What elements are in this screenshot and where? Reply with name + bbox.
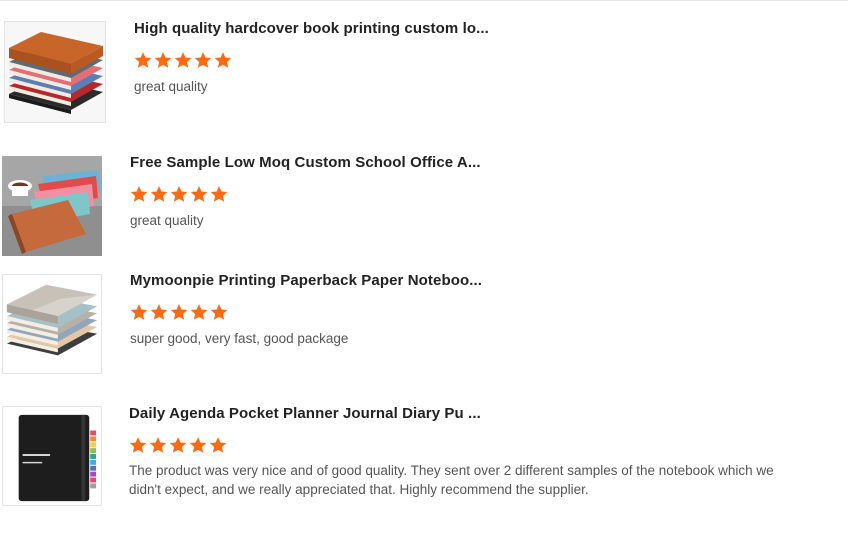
star-icon: [190, 186, 208, 202]
star-icon: [150, 186, 168, 202]
review-comment: super good, very fast, good package: [130, 331, 349, 346]
product-thumbnail[interactable]: [4, 21, 106, 123]
star-icon: [169, 437, 187, 453]
review-comment: great quality: [130, 213, 204, 228]
product-thumbnail[interactable]: [2, 274, 102, 374]
product-title[interactable]: Daily Agenda Pocket Planner Journal Diar…: [129, 405, 481, 422]
star-icon: [150, 304, 168, 320]
product-title[interactable]: High quality hardcover book printing cus…: [134, 20, 489, 37]
star-rating: [129, 436, 227, 456]
star-icon: [170, 186, 188, 202]
star-icon: [174, 52, 192, 68]
star-icon: [170, 304, 188, 320]
star-rating: [134, 51, 232, 71]
star-rating: [130, 303, 228, 323]
black-planner-with-tabs-image: [3, 407, 101, 505]
star-icon: [129, 437, 147, 453]
review-comment: great quality: [134, 79, 208, 94]
star-icon: [210, 186, 228, 202]
review-comment: The product was very nice and of good qu…: [129, 463, 774, 497]
star-icon: [194, 52, 212, 68]
product-title[interactable]: Mymoonpie Printing Paperback Paper Noteb…: [130, 272, 482, 289]
top-divider: [0, 0, 848, 1]
star-icon: [214, 52, 232, 68]
star-icon: [149, 437, 167, 453]
star-icon: [209, 437, 227, 453]
pastel-notebooks-stack-image: [3, 275, 101, 373]
product-thumbnail[interactable]: [2, 406, 102, 506]
star-icon: [210, 304, 228, 320]
brown-leather-notebooks-stack-image: [5, 22, 105, 122]
star-icon: [130, 186, 148, 202]
star-icon: [134, 52, 152, 68]
star-icon: [130, 304, 148, 320]
product-thumbnail[interactable]: [2, 156, 102, 256]
colorful-notebooks-with-coffee-image: [2, 156, 102, 256]
star-icon: [190, 304, 208, 320]
star-icon: [154, 52, 172, 68]
product-title[interactable]: Free Sample Low Moq Custom School Office…: [130, 154, 481, 171]
star-icon: [189, 437, 207, 453]
star-rating: [130, 185, 228, 205]
